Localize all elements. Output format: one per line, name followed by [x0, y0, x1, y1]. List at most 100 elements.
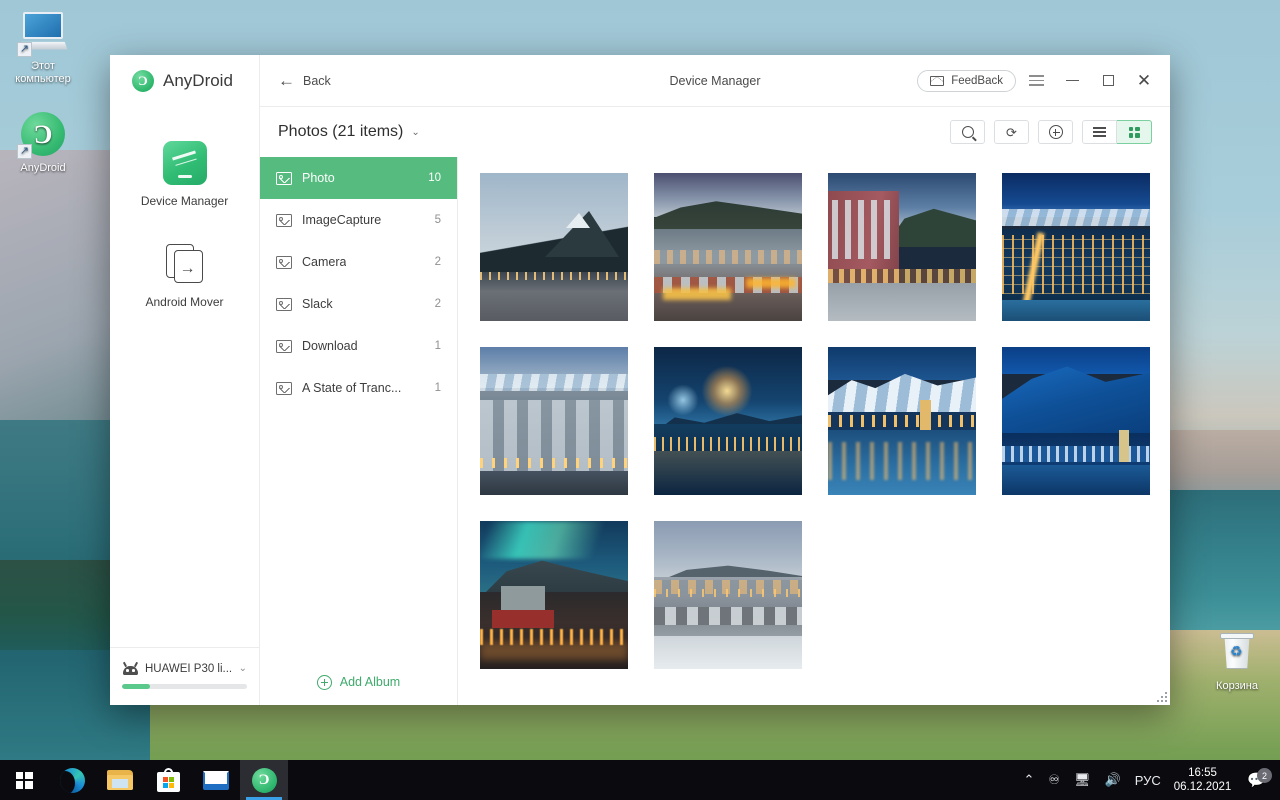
camera-privacy-icon[interactable]: ♾: [1041, 760, 1067, 800]
resize-grip[interactable]: [1156, 691, 1167, 702]
photo-thumbnail[interactable]: [480, 521, 628, 669]
mail-icon: [203, 770, 229, 790]
tray-chevron-up-icon[interactable]: ⌃: [1016, 760, 1041, 800]
taskbar-item-anydroid[interactable]: Ɔ: [240, 760, 288, 800]
maximize-button[interactable]: [1092, 65, 1124, 97]
album-label: Slack: [302, 297, 333, 311]
shortcut-arrow-icon: ↗: [17, 144, 32, 159]
feedback-button[interactable]: FeedBack: [917, 69, 1016, 92]
photo-thumbnail[interactable]: [654, 521, 802, 669]
list-view-button[interactable]: [1082, 120, 1117, 144]
image-icon: [276, 255, 292, 269]
device-name: HUAWEI P30 li...: [145, 662, 233, 675]
image-icon: [276, 381, 292, 395]
rail-item-android-mover[interactable]: → Android Mover: [110, 242, 259, 309]
photo-thumbnail[interactable]: [1002, 173, 1150, 321]
titlebar-controls: FeedBack ✕: [917, 65, 1160, 97]
device-status-bar[interactable]: HUAWEI P30 li... ⌄: [110, 647, 259, 705]
close-button[interactable]: ✕: [1128, 65, 1160, 97]
add-album-button[interactable]: Add Album: [260, 659, 457, 705]
chevron-down-icon[interactable]: ⌄: [411, 127, 419, 138]
minimize-icon: [1065, 79, 1079, 82]
album-item-imagecapture[interactable]: ImageCapture 5: [260, 199, 457, 241]
image-icon: [276, 339, 292, 353]
taskbar-item-file-explorer[interactable]: [96, 760, 144, 800]
album-count: 5: [434, 214, 441, 226]
toolbar: ⟳: [950, 120, 1152, 144]
photo-thumbnail[interactable]: [480, 173, 628, 321]
add-button[interactable]: [1038, 120, 1073, 144]
desktop-icon-this-pc[interactable]: ↗ Этот компьютер: [0, 8, 86, 86]
taskbar-item-mail[interactable]: [192, 760, 240, 800]
recycle-bin-icon: ♻: [1213, 628, 1261, 676]
taskbar-start-button[interactable]: [0, 760, 48, 800]
photo-thumbnail[interactable]: [480, 347, 628, 495]
desktop-icon-recycle-bin[interactable]: ♻ Корзина: [1194, 628, 1280, 693]
image-icon: [276, 297, 292, 311]
photo-thumbnail[interactable]: [828, 347, 976, 495]
add-album-label: Add Album: [339, 675, 401, 689]
hamburger-menu-button[interactable]: [1020, 65, 1052, 97]
chevron-down-icon[interactable]: ⌄: [239, 663, 247, 674]
album-item-camera[interactable]: Camera 2: [260, 241, 457, 283]
photo-thumbnail[interactable]: [1002, 347, 1150, 495]
list-view-icon: [1093, 127, 1106, 137]
desktop-icon-label-2: компьютер: [15, 73, 71, 85]
right-pane: ← Back Device Manager FeedBack ✕ Photos …: [260, 55, 1170, 705]
rail-item-device-manager[interactable]: Device Manager: [110, 141, 259, 208]
breadcrumb[interactable]: Photos (21 items) ⌄: [278, 123, 420, 141]
notification-center-button[interactable]: 💬 2: [1241, 768, 1276, 789]
grid-view-button[interactable]: [1117, 120, 1152, 144]
close-icon: ✕: [1136, 71, 1152, 90]
content-body: Photo 10 ImageCapture 5 Camera 2 Slack 2…: [260, 157, 1170, 705]
taskbar: Ɔ ⌃ ♾ 🖥 🔊 РУС 16:55 06.12.2021 💬 2: [0, 760, 1280, 800]
album-item-photo[interactable]: Photo 10: [260, 157, 457, 199]
search-button[interactable]: [950, 120, 985, 144]
monitor-icon: ↗: [17, 8, 68, 57]
anydroid-icon: Ɔ: [251, 767, 277, 793]
image-icon: [276, 213, 292, 227]
envelope-icon: [930, 75, 945, 86]
back-label: Back: [303, 73, 331, 88]
anydroid-logo-icon: Ɔ: [132, 70, 154, 92]
grid-view-icon: [1128, 126, 1140, 138]
clock-date: 06.12.2021: [1173, 781, 1232, 793]
shortcut-arrow-icon: ↗: [17, 42, 32, 57]
store-icon: [156, 768, 180, 792]
maximize-icon: [1102, 75, 1114, 86]
volume-icon[interactable]: 🔊: [1098, 760, 1128, 800]
plus-circle-icon: [316, 674, 332, 690]
language-indicator[interactable]: РУС: [1128, 760, 1168, 800]
folder-icon: [107, 770, 133, 790]
minimize-button[interactable]: [1056, 65, 1088, 97]
android-robot-icon: [122, 661, 139, 675]
storage-progress-fill: [122, 684, 150, 689]
back-button[interactable]: ← Back: [278, 72, 331, 89]
arrow-left-icon: ←: [278, 71, 295, 90]
notification-badge: 2: [1257, 768, 1272, 783]
album-item-a-state-of-trance[interactable]: A State of Tranc... 1: [260, 367, 457, 409]
phone-icon: [162, 141, 207, 185]
network-icon[interactable]: 🖥: [1067, 760, 1098, 800]
taskbar-item-edge[interactable]: [48, 760, 96, 800]
taskbar-item-store[interactable]: [144, 760, 192, 800]
hamburger-menu-icon: [1028, 75, 1044, 86]
image-icon: [276, 171, 292, 185]
photo-thumbnail[interactable]: [828, 173, 976, 321]
photo-thumbnail[interactable]: [654, 347, 802, 495]
photo-thumbnail[interactable]: [654, 173, 802, 321]
transfer-files-icon: →: [163, 242, 207, 286]
clock-time: 16:55: [1188, 767, 1217, 779]
album-item-download[interactable]: Download 1: [260, 325, 457, 367]
windows-logo-icon: [15, 771, 33, 789]
album-count: 1: [434, 382, 441, 394]
rail-item-label: Android Mover: [145, 295, 224, 309]
storage-progress-bar: [122, 684, 247, 689]
desktop-icon-label: AnyDroid: [20, 162, 66, 174]
clock[interactable]: 16:55 06.12.2021: [1168, 766, 1242, 794]
content-header: Photos (21 items) ⌄ ⟳: [260, 107, 1170, 157]
album-item-slack[interactable]: Slack 2: [260, 283, 457, 325]
desktop-icon-anydroid[interactable]: Ɔ ↗ AnyDroid: [0, 110, 86, 175]
album-label: Camera: [302, 255, 347, 269]
refresh-button[interactable]: ⟳: [994, 120, 1029, 144]
